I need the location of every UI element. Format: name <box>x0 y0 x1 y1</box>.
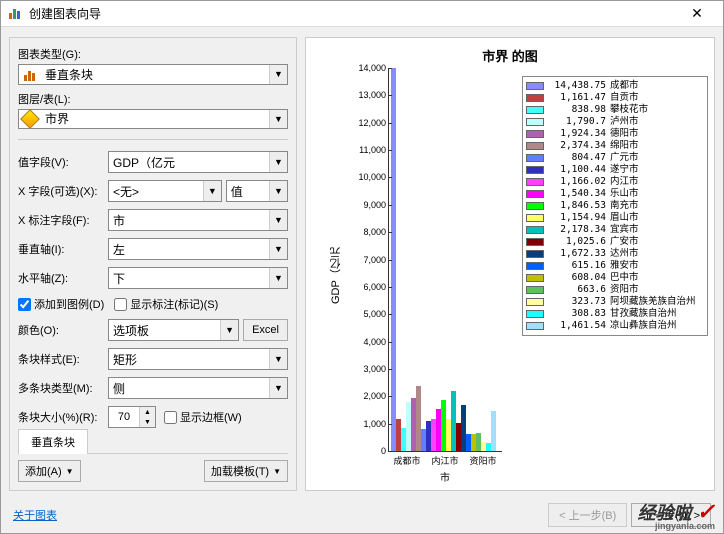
bar-chart-icon <box>19 67 41 81</box>
bar-style-combo[interactable]: 矩形 ▼ <box>108 348 288 370</box>
legend-item: 1,025.6广安市 <box>526 236 704 248</box>
bar-size-spinner[interactable]: ▲▼ <box>108 406 156 428</box>
chevron-down-icon: ▼ <box>203 181 221 201</box>
x-field-mode-combo[interactable]: 值 ▼ <box>226 180 288 202</box>
chart-plot: 01,0002,0003,0004,0005,0006,0007,0008,00… <box>388 68 502 452</box>
chart-preview: 市界 的图 GDP（亿元 01,0002,0003,0004,0005,0006… <box>305 37 715 491</box>
app-icon <box>7 6 23 22</box>
spin-down-icon[interactable]: ▼ <box>140 417 155 427</box>
add-legend-checkbox[interactable]: 添加到图例(D) <box>18 296 104 312</box>
x-axis-label: 市 <box>388 467 502 484</box>
legend-item: 838.98攀枝花市 <box>526 104 704 116</box>
legend-item: 608.04巴中市 <box>526 272 704 284</box>
legend-item: 323.73阿坝藏族羌族自治州 <box>526 296 704 308</box>
legend-item: 1,161.47自贡市 <box>526 92 704 104</box>
show-labels-checkbox[interactable]: 显示标注(标记)(S) <box>114 296 218 312</box>
bar-style-label: 条块样式(E): <box>18 351 108 367</box>
color-label: 颜色(O): <box>18 322 108 338</box>
load-template-button[interactable]: 加载模板(T)▼ <box>204 460 288 482</box>
y-axis-label: GDP（亿元 <box>326 68 346 484</box>
legend-item: 1,924.34德阳市 <box>526 128 704 140</box>
chart-type-label: 图表类型(G): <box>18 46 288 62</box>
chart-type-combo[interactable]: 垂直条块 ▼ <box>18 64 288 85</box>
watermark: 经验啦 ✓ jingyanla.com <box>638 499 715 531</box>
x-ticks: 成都市内江市资阳市 <box>388 452 502 467</box>
x-field-combo[interactable]: <无> ▼ <box>108 180 222 202</box>
bar <box>491 411 496 451</box>
layer-icon <box>19 112 41 126</box>
chevron-down-icon: ▼ <box>269 65 287 84</box>
legend-item: 804.47广元市 <box>526 152 704 164</box>
legend-item: 14,438.75成都市 <box>526 80 704 92</box>
chevron-down-icon: ▼ <box>220 320 238 340</box>
prev-button: < 上一步(B) <box>548 503 627 527</box>
chevron-down-icon: ▼ <box>269 268 287 288</box>
chevron-down-icon: ▼ <box>66 467 74 476</box>
x-field-label: X 字段(可选)(X): <box>18 183 108 199</box>
legend-item: 615.16雅安市 <box>526 260 704 272</box>
legend-item: 1,154.94眉山市 <box>526 212 704 224</box>
horizontal-axis-label: 水平轴(Z): <box>18 270 108 286</box>
legend-item: 1,846.53南充市 <box>526 200 704 212</box>
chevron-down-icon: ▼ <box>269 110 287 129</box>
x-label-field-combo[interactable]: 市 ▼ <box>108 209 288 231</box>
value-field-combo[interactable]: GDP（亿元 ▼ <box>108 151 288 173</box>
color-combo[interactable]: 选项板 ▼ <box>108 319 239 341</box>
bar-size-label: 条块大小(%)(R): <box>18 409 108 425</box>
legend-item: 1,672.33达州市 <box>526 248 704 260</box>
legend-item: 1,166.02内江市 <box>526 176 704 188</box>
add-button[interactable]: 添加(A)▼ <box>18 460 81 482</box>
legend-item: 1,540.34乐山市 <box>526 188 704 200</box>
chevron-down-icon: ▼ <box>273 467 281 476</box>
chart-legend: 14,438.75成都市1,161.47自贡市838.98攀枝花市1,790.7… <box>522 76 708 336</box>
tab-vertical-bar[interactable]: 垂直条块 <box>18 429 88 454</box>
chevron-down-icon: ▼ <box>269 181 287 201</box>
horizontal-axis-combo[interactable]: 下 ▼ <box>108 267 288 289</box>
layer-combo[interactable]: 市界 ▼ <box>18 109 288 130</box>
legend-item: 1,100.44遂宁市 <box>526 164 704 176</box>
x-label-field-label: X 标注字段(F): <box>18 212 108 228</box>
show-border-checkbox[interactable]: 显示边框(W) <box>164 409 242 425</box>
window-title: 创建图表向导 <box>29 5 677 22</box>
legend-item: 308.83甘孜藏族自治州 <box>526 308 704 320</box>
options-panel: 图表类型(G): 垂直条块 ▼ 图层/表(L): 市界 ▼ 值字段(V): GD… <box>9 37 297 491</box>
vertical-axis-combo[interactable]: 左 ▼ <box>108 238 288 260</box>
spin-up-icon[interactable]: ▲ <box>140 407 155 417</box>
chevron-down-icon: ▼ <box>269 239 287 259</box>
chevron-down-icon: ▼ <box>269 210 287 230</box>
legend-item: 663.6资阳市 <box>526 284 704 296</box>
chevron-down-icon: ▼ <box>269 349 287 369</box>
vertical-axis-label: 垂直轴(I): <box>18 241 108 257</box>
about-charts-link[interactable]: 关于图表 <box>13 507 57 523</box>
chevron-down-icon: ▼ <box>269 152 287 172</box>
excel-button[interactable]: Excel <box>243 319 288 341</box>
layer-label: 图层/表(L): <box>18 91 288 107</box>
legend-item: 1,461.54凉山彝族自治州 <box>526 320 704 332</box>
legend-item: 1,790.7泸州市 <box>526 116 704 128</box>
legend-item: 2,374.34绵阳市 <box>526 140 704 152</box>
chevron-down-icon: ▼ <box>269 378 287 398</box>
multi-bar-label: 多条块类型(M): <box>18 380 108 396</box>
value-field-label: 值字段(V): <box>18 154 108 170</box>
close-button[interactable]: ✕ <box>677 2 717 26</box>
legend-item: 2,178.34宜宾市 <box>526 224 704 236</box>
multi-bar-combo[interactable]: 侧 ▼ <box>108 377 288 399</box>
